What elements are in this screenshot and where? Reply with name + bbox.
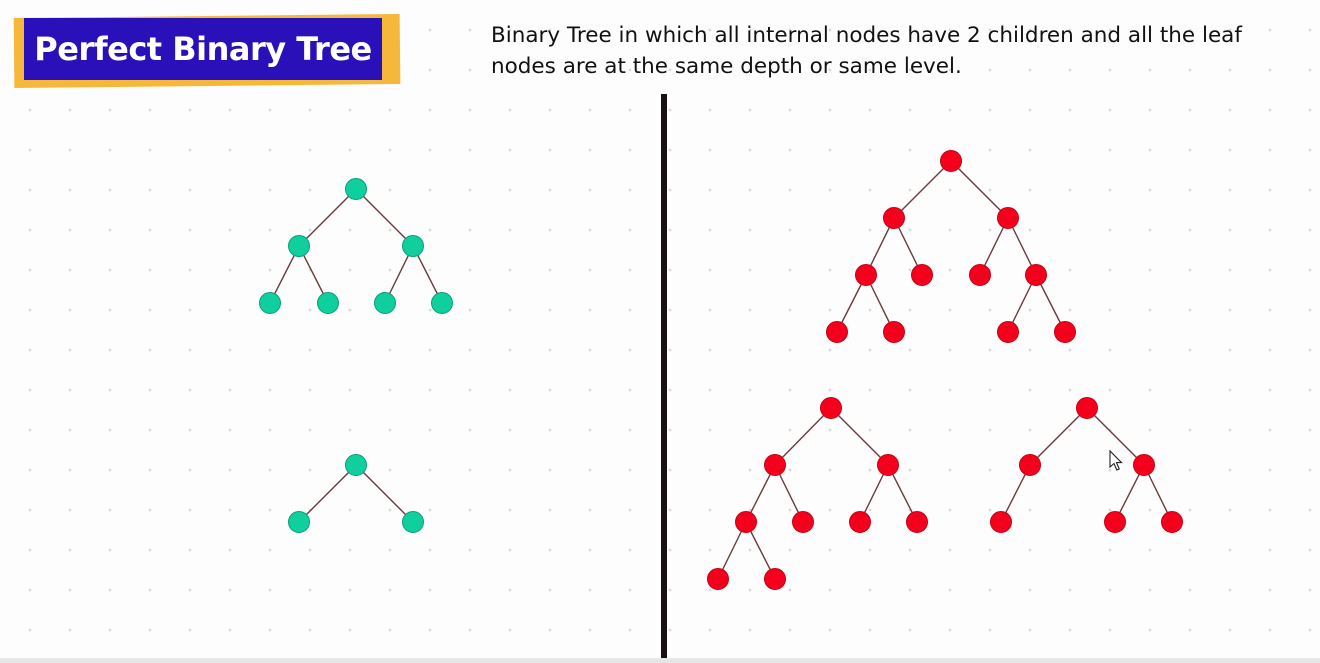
tree-edge xyxy=(1029,407,1088,466)
mouse-cursor-icon xyxy=(1109,449,1123,471)
non-perfect-tree-bottom-left xyxy=(707,397,928,590)
tree-edge xyxy=(355,464,414,523)
tree-node xyxy=(855,264,877,286)
tree-node xyxy=(735,511,757,533)
tree-node xyxy=(402,511,424,533)
tree-node xyxy=(820,397,842,419)
tree-node xyxy=(883,207,905,229)
perfect-tree-three-levels xyxy=(259,178,453,314)
tree-node xyxy=(431,292,453,314)
tree-edge xyxy=(893,160,952,219)
tree-node xyxy=(990,511,1012,533)
tree-node xyxy=(1054,321,1076,343)
tree-node xyxy=(1104,511,1126,533)
tree-node xyxy=(1161,511,1183,533)
tree-node xyxy=(402,235,424,257)
tree-node xyxy=(792,511,814,533)
tree-diagrams xyxy=(259,150,1183,590)
tree-node xyxy=(969,264,991,286)
non-perfect-tree-bottom-right xyxy=(990,397,1183,533)
tree-node xyxy=(849,511,871,533)
tree-node xyxy=(288,511,310,533)
tree-node xyxy=(1076,397,1098,419)
tree-node xyxy=(288,235,310,257)
tree-node xyxy=(906,511,928,533)
tree-node xyxy=(764,568,786,590)
tree-edge xyxy=(298,464,357,523)
perfect-tree-two-levels xyxy=(288,454,424,533)
tree-node xyxy=(1133,454,1155,476)
tree-node xyxy=(997,207,1019,229)
tree-node xyxy=(1025,264,1047,286)
tree-node xyxy=(826,321,848,343)
tree-node xyxy=(374,292,396,314)
tree-node xyxy=(345,178,367,200)
non-perfect-tree-top xyxy=(826,150,1076,343)
tree-edge xyxy=(774,407,832,466)
tree-node xyxy=(940,150,962,172)
tree-node xyxy=(997,321,1019,343)
tree-edge xyxy=(830,407,889,466)
tree-node xyxy=(707,568,729,590)
tree-node xyxy=(877,454,899,476)
tree-edge xyxy=(950,160,1009,219)
tree-node xyxy=(259,292,281,314)
tree-edge xyxy=(355,188,414,247)
tree-node xyxy=(345,454,367,476)
tree-node xyxy=(883,321,905,343)
tree-node xyxy=(911,264,933,286)
tree-node xyxy=(764,454,786,476)
tree-edge xyxy=(298,188,357,247)
tree-node xyxy=(1019,454,1041,476)
tree-node xyxy=(317,292,339,314)
